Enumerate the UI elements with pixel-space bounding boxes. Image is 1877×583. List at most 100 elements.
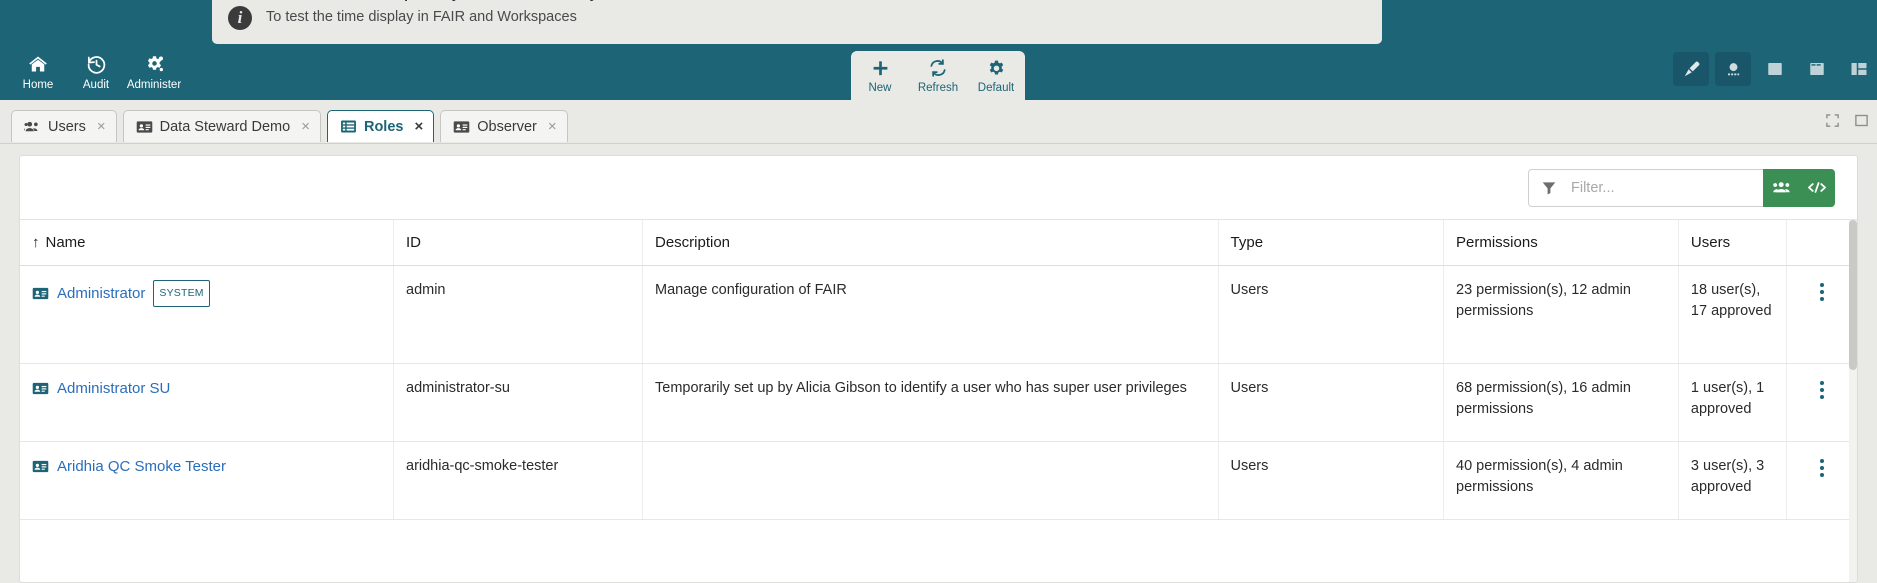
new-button[interactable]: New	[851, 51, 909, 100]
roles-card: ↑ Name ID Description Type Permissions Us…	[19, 155, 1858, 583]
cell-name: Administrator SYSTEM	[20, 265, 394, 364]
cell-users: 18 user(s), 17 approved	[1678, 265, 1787, 364]
cell-type: Users	[1218, 265, 1445, 364]
cell-description: Temporarily set up by Alicia Gibson to i…	[642, 363, 1219, 442]
role-name-link[interactable]: Administrator	[57, 283, 145, 304]
code-icon	[1807, 180, 1827, 195]
kebab-menu-icon[interactable]	[1799, 283, 1845, 301]
new-button-label: New	[868, 82, 892, 94]
cell-actions	[1786, 363, 1857, 442]
nav-item-administer-label: Administer	[126, 79, 182, 91]
tab-list: Users × Data Steward Demo × Roles × Obse…	[11, 110, 568, 142]
tab-observer[interactable]: Observer ×	[440, 110, 568, 142]
cell-name: Aridhia QC Smoke Tester	[20, 441, 394, 520]
funnel-icon	[1541, 180, 1557, 196]
home-icon	[27, 53, 49, 75]
table-row[interactable]: Administrator SU administrator-su Tempor…	[20, 363, 1857, 442]
users-icon	[24, 120, 41, 134]
plus-icon	[871, 57, 890, 79]
cell-description	[642, 441, 1219, 520]
table-row[interactable]: Aridhia QC Smoke Tester aridhia-qc-smoke…	[20, 441, 1857, 520]
expand-icon[interactable]	[1825, 113, 1840, 128]
notification-message: To test the time display in FAIR and Wor…	[266, 9, 577, 25]
filter-input[interactable]	[1569, 178, 1729, 197]
cell-type: Users	[1218, 363, 1445, 442]
context-toolbar: New Refresh Default	[851, 51, 1025, 100]
column-header-name[interactable]: ↑ Name	[20, 220, 394, 266]
role-name-link[interactable]: Administrator SU	[57, 378, 170, 399]
refresh-icon	[928, 57, 948, 79]
tab-observer-close-icon[interactable]: ×	[548, 118, 557, 135]
table-scrollbar[interactable]	[1849, 220, 1857, 582]
card-toolbar	[20, 156, 1857, 220]
history-icon	[86, 53, 107, 75]
user-avatar-button[interactable]	[1715, 52, 1751, 86]
cell-name: Administrator SU	[20, 363, 394, 442]
column-header-name-label: Name	[45, 234, 86, 251]
tab-data-steward-demo-close-icon[interactable]: ×	[301, 118, 310, 135]
cell-id: admin	[393, 265, 643, 364]
filter-box[interactable]	[1528, 168, 1763, 207]
role-card-icon	[32, 382, 49, 395]
window-layout-button[interactable]	[1799, 52, 1835, 86]
layout-split-icon	[1850, 60, 1868, 78]
role-name-link[interactable]: Aridhia QC Smoke Tester	[57, 456, 226, 477]
cell-type: Users	[1218, 441, 1445, 520]
tab-roles[interactable]: Roles ×	[326, 110, 435, 142]
nav-item-home-label: Home	[22, 79, 54, 91]
tab-users[interactable]: Users ×	[11, 110, 117, 142]
nav-item-audit[interactable]: Audit	[67, 44, 125, 100]
manage-users-button[interactable]	[1763, 168, 1799, 207]
tab-observer-label: Observer	[477, 118, 537, 135]
tab-users-close-icon[interactable]: ×	[97, 118, 106, 135]
theme-brush-button[interactable]	[1673, 52, 1709, 86]
square-window-button[interactable]	[1757, 52, 1793, 86]
list-icon	[340, 119, 357, 134]
refresh-button[interactable]: Refresh	[909, 51, 967, 100]
nav-item-audit-label: Audit	[82, 79, 110, 91]
app-root: i New Time Test Item | 11 May 2022 10:00…	[0, 0, 1877, 583]
cell-permissions: 68 permission(s), 16 admin permissions	[1443, 363, 1679, 442]
column-header-users[interactable]: Users	[1678, 220, 1787, 266]
nav-item-administer[interactable]: Administer	[125, 44, 183, 100]
sort-ascending-icon: ↑	[32, 234, 40, 251]
column-header-type[interactable]: Type	[1218, 220, 1445, 266]
app-header: Home Audit Administer New Refresh Defaul…	[0, 44, 1877, 100]
gear-icon	[987, 57, 1006, 79]
column-header-id[interactable]: ID	[393, 220, 643, 266]
column-header-permissions[interactable]: Permissions	[1443, 220, 1679, 266]
header-right-icons	[1673, 52, 1877, 86]
tab-data-steward-demo-label: Data Steward Demo	[159, 118, 291, 135]
users-group-icon	[1772, 180, 1791, 195]
kebab-menu-icon[interactable]	[1799, 381, 1845, 399]
view-json-button[interactable]	[1799, 168, 1835, 207]
square-icon	[1766, 60, 1784, 78]
tab-roles-close-icon[interactable]: ×	[414, 118, 423, 135]
nav-item-home[interactable]: Home	[9, 44, 67, 100]
role-card-icon	[32, 460, 49, 473]
id-card-icon	[136, 120, 153, 134]
filter-control	[1528, 168, 1835, 207]
default-button[interactable]: Default	[967, 51, 1025, 100]
cell-id: administrator-su	[393, 363, 643, 442]
table-row[interactable]: Administrator SYSTEM admin Manage config…	[20, 265, 1857, 364]
kebab-menu-icon[interactable]	[1799, 459, 1845, 477]
roles-table: ↑ Name ID Description Type Permissions Us…	[20, 220, 1857, 520]
tab-roles-label: Roles	[363, 118, 404, 135]
window-icon[interactable]	[1854, 113, 1869, 128]
refresh-button-label: Refresh	[917, 82, 959, 94]
cell-permissions: 23 permission(s), 12 admin permissions	[1443, 265, 1679, 364]
column-header-actions	[1786, 220, 1857, 266]
column-header-description[interactable]: Description	[642, 220, 1219, 266]
tab-users-label: Users	[48, 118, 86, 135]
cell-permissions: 40 permission(s), 4 admin permissions	[1443, 441, 1679, 520]
cell-description: Manage configuration of FAIR	[642, 265, 1219, 364]
window-icon	[1808, 60, 1826, 78]
cell-users: 1 user(s), 1 approved	[1678, 363, 1787, 442]
layout-split-button[interactable]	[1841, 52, 1877, 86]
user-avatar-icon	[1724, 60, 1743, 79]
brush-icon	[1682, 60, 1701, 79]
tab-data-steward-demo[interactable]: Data Steward Demo ×	[122, 110, 321, 142]
cell-actions	[1786, 441, 1857, 520]
cell-users: 3 user(s), 3 approved	[1678, 441, 1787, 520]
